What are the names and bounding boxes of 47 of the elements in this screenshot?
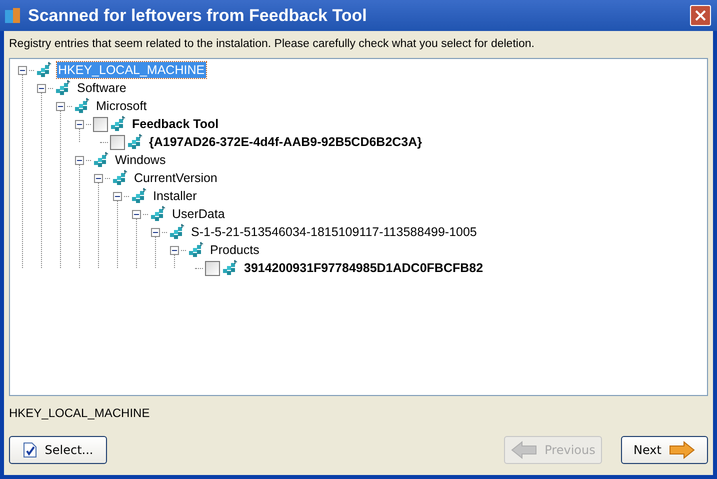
tree-item[interactable]: Installer: [152, 188, 198, 204]
tree-item[interactable]: 3914200931F97784985D1ADC0FBCFB82: [243, 260, 484, 276]
registry-key-icon: [55, 80, 71, 96]
tree-item[interactable]: Microsoft: [95, 98, 148, 114]
registry-key-icon: [110, 116, 126, 132]
registry-key-icon: [127, 134, 143, 150]
tree-item[interactable]: Software: [76, 80, 128, 96]
left-arrow-icon: [510, 441, 537, 460]
window-title: Scanned for leftovers from Feedback Tool: [28, 4, 367, 27]
tree-item[interactable]: CurrentVersion: [133, 170, 218, 186]
next-button[interactable]: Next: [621, 436, 708, 464]
tree-item[interactable]: UserData: [171, 206, 226, 222]
close-icon: [695, 10, 706, 21]
close-button[interactable]: [690, 5, 711, 26]
registry-key-icon: [131, 188, 147, 204]
registry-key-icon: [169, 224, 185, 240]
collapse-toggle[interactable]: [132, 210, 141, 219]
collapse-toggle[interactable]: [18, 66, 27, 75]
tree-item[interactable]: S-1-5-21-513546034-1815109117-113588499-1005: [190, 224, 478, 240]
status-text: HKEY_LOCAL_MACHINE: [9, 405, 151, 422]
tree-item[interactable]: Windows: [114, 152, 167, 168]
collapse-toggle[interactable]: [113, 192, 122, 201]
registry-key-icon: [93, 152, 109, 168]
app-icon: [4, 6, 22, 24]
checkbox[interactable]: [110, 134, 125, 150]
tree-item[interactable]: {A197AD26-372E-4d4f-AAB9-92B5CD6B2C3A}: [148, 134, 424, 150]
registry-key-icon: [74, 98, 90, 114]
tree-item[interactable]: Products: [209, 242, 260, 258]
registry-key-icon: [112, 170, 128, 186]
instructions-text: Registry entries that seem related to the instalation. Please carefully check what you select for deletion.: [9, 37, 536, 52]
collapse-toggle[interactable]: [75, 120, 84, 129]
right-arrow-icon: [669, 441, 696, 460]
collapse-toggle[interactable]: [151, 228, 160, 237]
collapse-toggle[interactable]: [37, 84, 46, 93]
checked-document-icon: [22, 442, 37, 458]
registry-key-icon: [188, 242, 204, 258]
registry-key-icon: [150, 206, 166, 222]
checkbox[interactable]: [93, 116, 108, 132]
collapse-toggle[interactable]: [94, 174, 103, 183]
checkbox[interactable]: [205, 260, 220, 276]
select-button[interactable]: Select...: [9, 436, 107, 464]
collapse-toggle[interactable]: [75, 156, 84, 165]
collapse-toggle[interactable]: [170, 246, 179, 255]
collapse-toggle[interactable]: [56, 102, 65, 111]
registry-key-icon: [222, 260, 238, 276]
tree-item[interactable]: Feedback Tool: [131, 116, 220, 132]
registry-key-icon: [36, 62, 52, 78]
